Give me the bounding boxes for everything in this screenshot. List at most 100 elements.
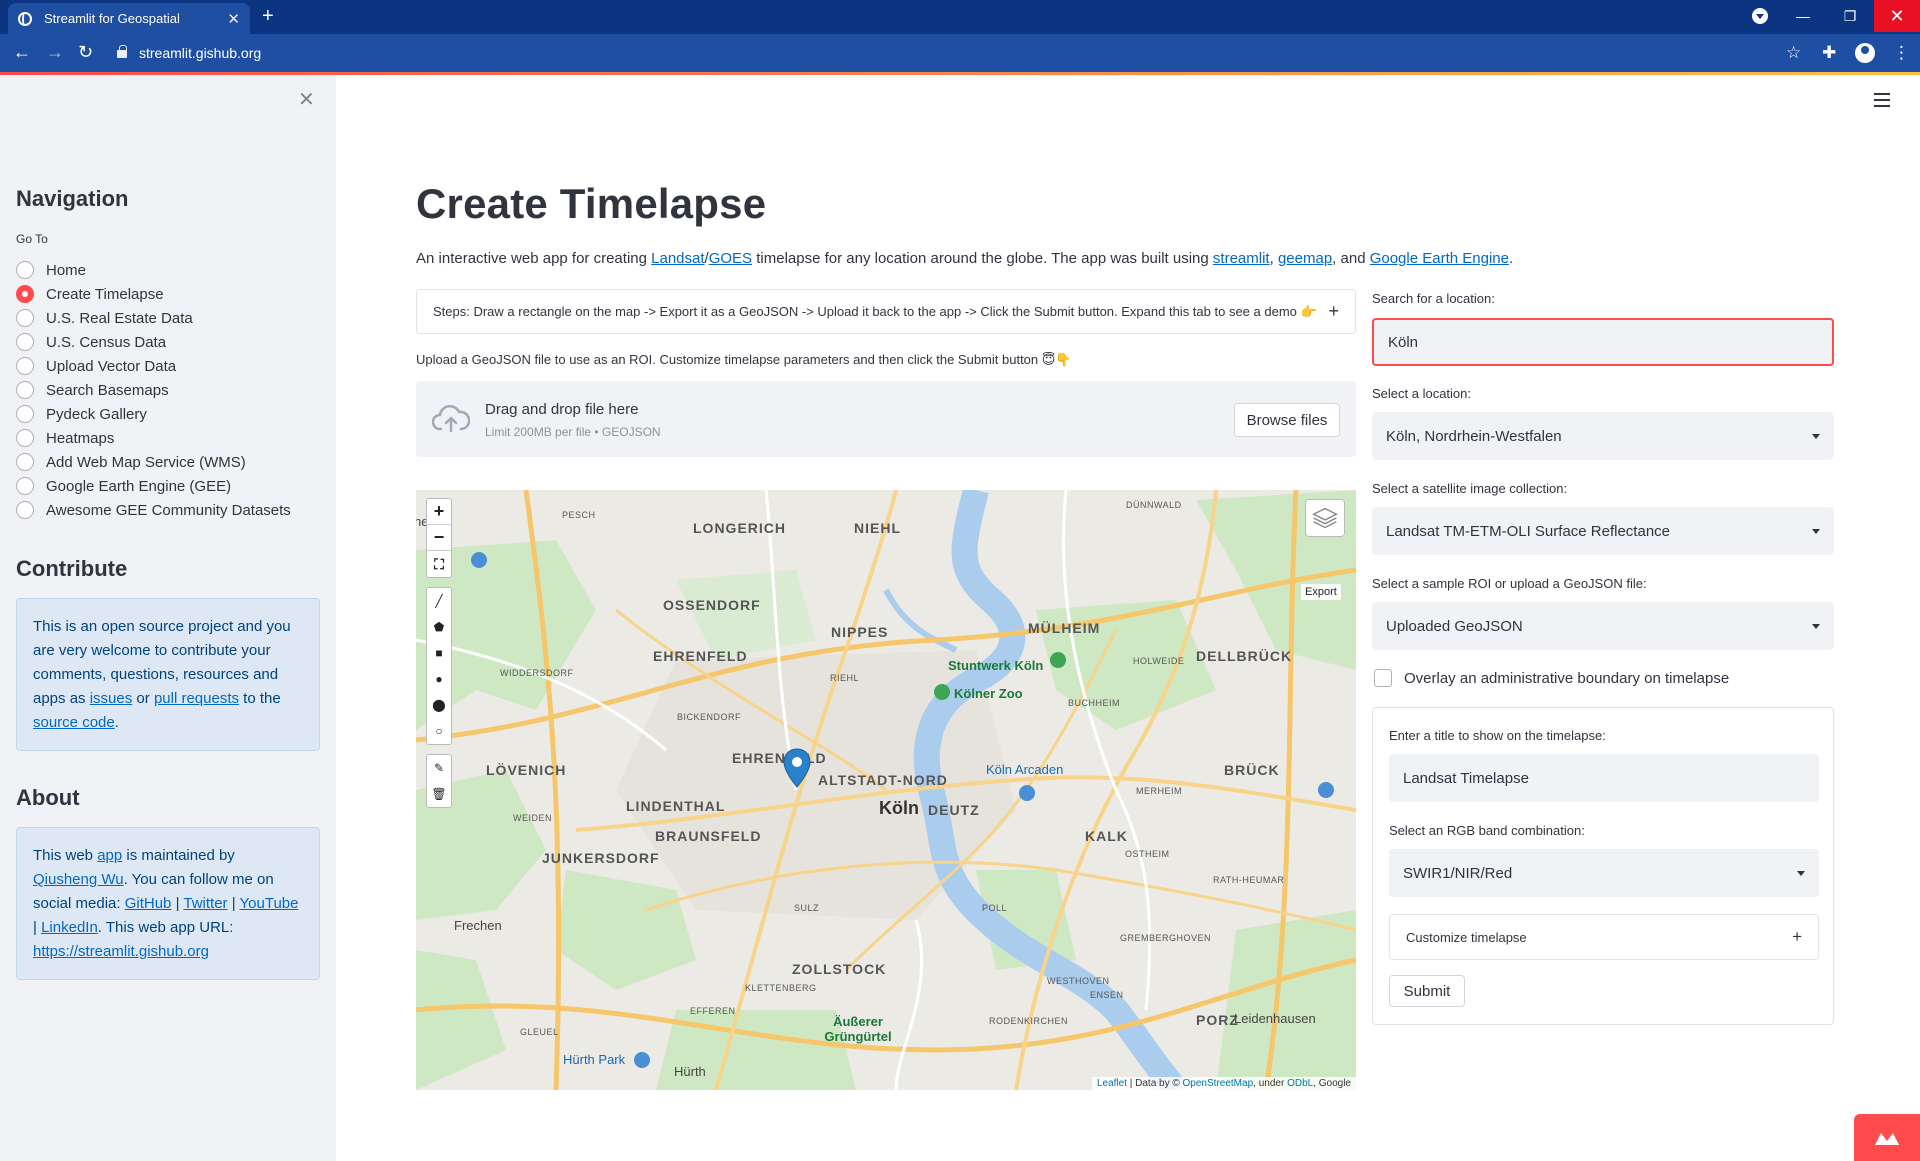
- source-code-link[interactable]: source code: [33, 714, 115, 731]
- draw-circle-icon[interactable]: ●: [427, 666, 451, 692]
- extensions-puzzle-icon[interactable]: ✚: [1822, 43, 1836, 63]
- map[interactable]: LONGERICH NIEHL OSSENDORF NIPPES MÜLHEIM…: [416, 490, 1356, 1090]
- author-link[interactable]: Qiusheng Wu: [33, 871, 124, 888]
- radio-button[interactable]: [16, 381, 34, 399]
- nav-radio-item[interactable]: Search Basemaps: [16, 378, 291, 402]
- nav-radio-item[interactable]: Add Web Map Service (WMS): [16, 450, 291, 474]
- map-label: OSTHEIM: [1125, 849, 1170, 859]
- main-menu-icon[interactable]: [1874, 93, 1890, 107]
- draw-rectangle-icon[interactable]: ■: [427, 640, 451, 666]
- roi-select[interactable]: Uploaded GeoJSON: [1372, 602, 1834, 650]
- layers-control-icon[interactable]: [1305, 499, 1345, 537]
- map-label: RODENKIRCHEN: [989, 1016, 1069, 1026]
- radio-button[interactable]: [16, 285, 34, 303]
- map-label: Köln: [879, 798, 919, 818]
- goes-link[interactable]: GOES: [709, 250, 752, 267]
- zoom-out-icon[interactable]: −: [427, 525, 451, 551]
- landsat-link[interactable]: Landsat: [651, 250, 704, 267]
- radio-button[interactable]: [16, 501, 34, 519]
- map-label: GLEUEL: [520, 1027, 559, 1037]
- submit-button[interactable]: Submit: [1389, 975, 1465, 1007]
- tab-search-icon[interactable]: [1737, 0, 1783, 32]
- draw-polyline-icon[interactable]: ╱: [427, 588, 451, 614]
- github-link[interactable]: GitHub: [125, 895, 172, 912]
- nav-radio-item[interactable]: Google Earth Engine (GEE): [16, 474, 291, 498]
- draw-circlemarker-icon[interactable]: ○: [427, 718, 451, 744]
- edit-layers-icon[interactable]: ✎: [427, 755, 451, 781]
- new-tab-icon[interactable]: +: [262, 6, 274, 26]
- forward-icon[interactable]: →: [46, 42, 64, 62]
- geemap-link[interactable]: geemap: [1278, 250, 1332, 267]
- zoom-in-icon[interactable]: +: [427, 499, 451, 525]
- delete-layers-icon[interactable]: 🗑: [427, 781, 451, 807]
- timelapse-title-input[interactable]: [1389, 754, 1819, 802]
- app-link[interactable]: app: [97, 847, 122, 864]
- browser-tab[interactable]: Streamlit for Geospatial ✕: [8, 3, 250, 34]
- minimize-icon[interactable]: —: [1780, 0, 1826, 32]
- location-select-value: Köln, Nordrhein-Westfalen: [1386, 427, 1562, 445]
- nav-item-label: Search Basemaps: [46, 381, 169, 399]
- reload-icon[interactable]: ↻: [78, 42, 93, 62]
- draw-polygon-icon[interactable]: ⬟: [427, 614, 451, 640]
- nav-radio-item[interactable]: U.S. Real Estate Data: [16, 306, 291, 330]
- gee-link[interactable]: Google Earth Engine: [1370, 250, 1509, 267]
- nav-radio-item[interactable]: Upload Vector Data: [16, 354, 291, 378]
- profile-avatar-icon[interactable]: [1855, 43, 1875, 63]
- nav-radio-item[interactable]: Create Timelapse: [16, 282, 291, 306]
- app-url-link[interactable]: https://streamlit.gishub.org: [33, 943, 209, 960]
- linkedin-link[interactable]: LinkedIn: [41, 919, 98, 936]
- map-label: EFFEREN: [690, 1006, 736, 1016]
- nav-radio-item[interactable]: Pydeck Gallery: [16, 402, 291, 426]
- streamlit-link[interactable]: streamlit: [1213, 250, 1270, 267]
- location-search-input[interactable]: [1372, 318, 1834, 366]
- youtube-link[interactable]: YouTube: [240, 895, 299, 912]
- rgb-band-select[interactable]: SWIR1/NIR/Red: [1389, 849, 1819, 897]
- radio-button[interactable]: [16, 405, 34, 423]
- fullscreen-icon[interactable]: ⛶: [427, 551, 451, 577]
- close-tab-icon[interactable]: ✕: [227, 10, 240, 28]
- map-label: PORZ: [1196, 1012, 1239, 1028]
- browser-menu-icon[interactable]: ⋮: [1893, 43, 1910, 63]
- nav-radio-item[interactable]: Awesome GEE Community Datasets: [16, 498, 291, 522]
- browse-files-button[interactable]: Browse files: [1234, 403, 1340, 437]
- nav-radio-item[interactable]: U.S. Census Data: [16, 330, 291, 354]
- nav-radio-item[interactable]: Heatmaps: [16, 426, 291, 450]
- location-select[interactable]: Köln, Nordrhein-Westfalen: [1372, 412, 1834, 460]
- radio-button[interactable]: [16, 429, 34, 447]
- close-window-icon[interactable]: ✕: [1874, 0, 1920, 32]
- radio-button[interactable]: [16, 333, 34, 351]
- leaflet-link[interactable]: Leaflet: [1097, 1078, 1127, 1089]
- chevron-down-icon: [1812, 433, 1820, 439]
- url-text: streamlit.gishub.org: [139, 45, 262, 61]
- overlay-boundary-checkbox[interactable]: Overlay an administrative boundary on ti…: [1374, 669, 1729, 687]
- pull-requests-link[interactable]: pull requests: [154, 690, 239, 707]
- nav-radio-item[interactable]: Home: [16, 258, 291, 282]
- back-icon[interactable]: ←: [13, 42, 31, 62]
- collection-select[interactable]: Landsat TM-ETM-OLI Surface Reflectance: [1372, 507, 1834, 555]
- streamlit-badge[interactable]: [1854, 1114, 1920, 1161]
- osm-link[interactable]: OpenStreetMap: [1183, 1078, 1254, 1089]
- bookmark-star-icon[interactable]: ☆: [1786, 43, 1801, 63]
- close-sidebar-icon[interactable]: ✕: [298, 87, 315, 112]
- nav-item-label: Home: [46, 261, 87, 279]
- file-dropzone[interactable]: Drag and drop file here Limit 200MB per …: [416, 381, 1356, 457]
- issues-link[interactable]: issues: [90, 690, 133, 707]
- map-marker-icon[interactable]: [782, 748, 812, 788]
- restore-icon[interactable]: ❐: [1827, 0, 1873, 32]
- twitter-link[interactable]: Twitter: [183, 895, 227, 912]
- radio-button[interactable]: [16, 357, 34, 375]
- customize-timelapse-expander[interactable]: Customize timelapse +: [1389, 914, 1819, 960]
- checkbox-box[interactable]: [1374, 669, 1392, 687]
- separator: |: [227, 895, 240, 912]
- address-bar[interactable]: streamlit.gishub.org: [105, 39, 1785, 67]
- radio-button[interactable]: [16, 309, 34, 327]
- radio-button[interactable]: [16, 477, 34, 495]
- radio-button[interactable]: [16, 453, 34, 471]
- intro-text: , and: [1332, 250, 1370, 267]
- odbl-link[interactable]: ODbL: [1287, 1078, 1313, 1089]
- steps-expander[interactable]: Steps: Draw a rectangle on the map -> Ex…: [416, 289, 1356, 334]
- draw-marker-icon[interactable]: ⬤: [427, 692, 451, 718]
- radio-button[interactable]: [16, 261, 34, 279]
- export-button[interactable]: Export: [1301, 584, 1341, 600]
- separator: |: [33, 919, 42, 936]
